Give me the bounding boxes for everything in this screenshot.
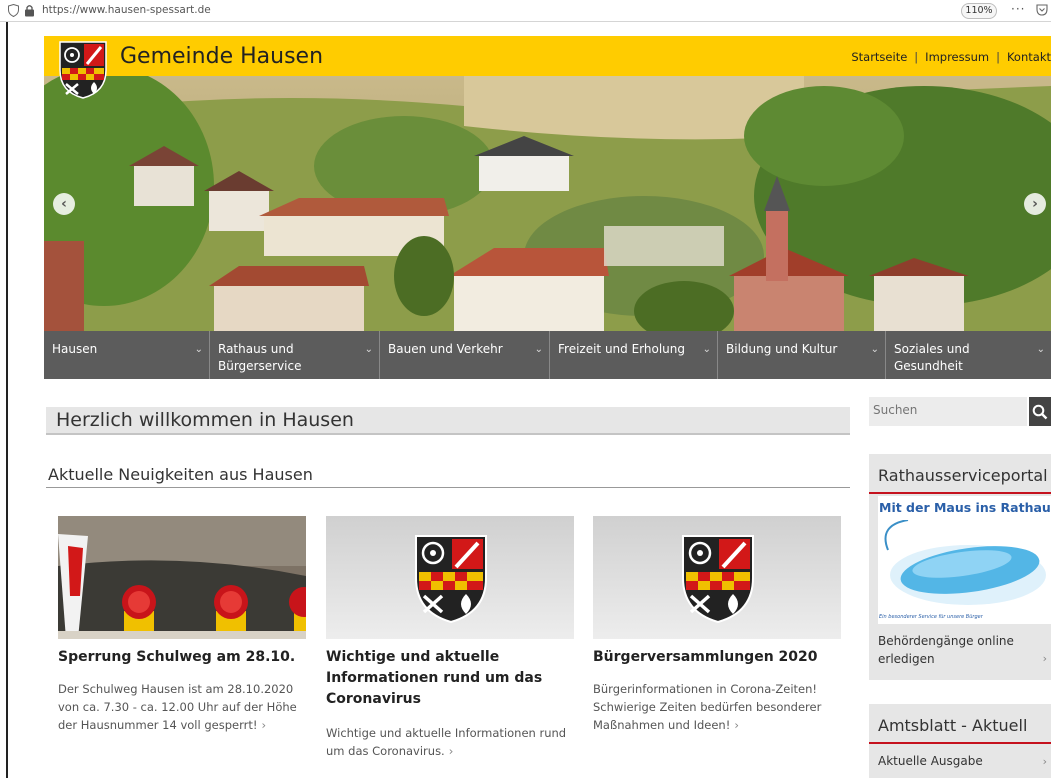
municipal-crest-icon [415, 535, 487, 624]
welcome-banner: Herzlich willkommen in Hausen [46, 407, 850, 435]
search-input[interactable] [869, 397, 1019, 423]
news-card-title[interactable]: Bürgerversammlungen 2020 [593, 647, 841, 668]
nav-item-rathaus[interactable]: Rathaus und Bürgerservice ⌄ [210, 331, 380, 379]
rathausserviceportal-box: Rathausserviceportal Mit der Maus ins Ra… [869, 454, 1051, 680]
top-links: Startseite | Impressum | Kontakt [851, 50, 1051, 64]
nav-item-label: Rathaus und Bürgerservice [218, 342, 302, 373]
barrier-lights-photo [58, 516, 306, 639]
top-link-startseite[interactable]: Startseite [851, 50, 907, 64]
chevron-down-icon: ⌄ [870, 344, 879, 355]
search-icon [1032, 404, 1048, 419]
main-navigation: Hausen ⌄ Rathaus und Bürgerservice ⌄ Bauen… [44, 331, 1051, 379]
banner-title: Mit der Maus ins Rathaus [879, 500, 1051, 515]
news-card-image[interactable] [593, 516, 841, 639]
nav-item-label: Freizeit und Erholung [558, 342, 686, 356]
village-photo [44, 76, 1051, 331]
box-heading[interactable]: Rathausserviceportal [869, 454, 1051, 494]
search-button[interactable] [1029, 397, 1051, 426]
chevron-right-icon: › [1032, 196, 1038, 212]
shield-icon[interactable] [8, 4, 19, 17]
chevron-left-icon: ‹ [61, 196, 67, 212]
chevron-right-icon[interactable]: › [449, 744, 454, 758]
box-heading[interactable]: Amtsblatt - Aktuell [869, 704, 1051, 744]
nav-item-freizeit[interactable]: Freizeit und Erholung ⌄ [550, 331, 718, 379]
divider [46, 487, 850, 488]
portal-banner[interactable]: Mit der Maus ins Rathaus Ein besonderer … [878, 496, 1051, 624]
link-separator: | [914, 50, 919, 64]
nav-item-label: Soziales und Gesundheit [894, 342, 970, 373]
chevron-right-icon: › [1042, 755, 1047, 768]
chevron-down-icon: ⌄ [534, 344, 543, 355]
chevron-right-icon[interactable]: › [261, 718, 266, 732]
amtsblatt-link-text: Aktuelle Ausgabe [878, 754, 983, 768]
site-title[interactable]: Gemeinde Hausen [120, 44, 323, 69]
news-card-text: Bürgerinformationen in Corona-Zeiten! Sc… [593, 682, 822, 732]
news-card-schulweg[interactable]: Sperrung Schulweg am 28.10. Der Schulweg… [58, 516, 306, 734]
nav-item-bauen[interactable]: Bauen und Verkehr ⌄ [380, 331, 550, 379]
nav-item-label: Hausen [52, 342, 98, 356]
chevron-down-icon: ⌄ [1036, 344, 1045, 355]
news-card-title[interactable]: Sperrung Schulweg am 28.10. [58, 647, 306, 668]
computer-mouse-icon [884, 520, 1046, 605]
news-card-coronavirus[interactable]: Wichtige und aktuelle Informationen rund… [326, 516, 574, 760]
zoom-level-badge[interactable]: 110% [961, 3, 997, 19]
nav-item-label: Bildung und Kultur [726, 342, 838, 356]
slider-next-button[interactable]: › [1024, 193, 1046, 215]
portal-link-text: Behördengänge online erledigen [878, 634, 1014, 666]
nav-item-soziales[interactable]: Soziales und Gesundheit ⌄ [886, 331, 1051, 379]
link-separator: | [996, 50, 1000, 64]
chevron-right-icon[interactable]: › [734, 718, 739, 732]
top-link-impressum[interactable]: Impressum [925, 50, 989, 64]
municipal-crest-logo[interactable] [58, 40, 108, 100]
amtsblatt-box: Amtsblatt - Aktuell Aktuelle Ausgabe › [869, 704, 1051, 778]
lock-icon[interactable] [24, 4, 35, 17]
nav-item-label: Bauen und Verkehr [388, 342, 503, 356]
slider-prev-button[interactable]: ‹ [53, 193, 75, 215]
search-box [869, 397, 1027, 426]
news-card-title[interactable]: Wichtige und aktuelle Informationen rund… [326, 647, 574, 710]
url-text[interactable]: https://www.hausen-spessart.de [42, 4, 211, 16]
nav-item-hausen[interactable]: Hausen ⌄ [44, 331, 210, 379]
chevron-down-icon: ⌄ [702, 344, 711, 355]
more-actions-icon[interactable]: ··· [1011, 2, 1025, 16]
welcome-title: Herzlich willkommen in Hausen [56, 409, 354, 431]
news-card-buergerversammlungen[interactable]: Bürgerversammlungen 2020 Bürgerinformati… [593, 516, 841, 734]
news-card-text: Wichtige und aktuelle Informationen rund… [326, 726, 567, 758]
news-card-image[interactable] [58, 516, 306, 639]
chevron-right-icon: › [1042, 652, 1047, 665]
amtsblatt-link[interactable]: Aktuelle Ausgabe › [869, 744, 1051, 770]
portal-link[interactable]: Behördengänge online erledigen › [869, 624, 1051, 668]
municipal-crest-icon [682, 535, 754, 624]
pocket-icon[interactable] [1036, 4, 1048, 16]
browser-url-bar[interactable]: https://www.hausen-spessart.de 110% ··· [0, 0, 1051, 22]
hero-slider-image [44, 76, 1051, 331]
nav-item-bildung[interactable]: Bildung und Kultur ⌄ [718, 331, 886, 379]
news-card-image[interactable] [326, 516, 574, 639]
left-border-rule [6, 22, 8, 778]
site-header: Gemeinde Hausen Startseite | Impressum |… [44, 36, 1051, 76]
chevron-down-icon: ⌄ [194, 344, 203, 355]
banner-caption: Ein besonderer Service für unsere Bürger [879, 614, 983, 620]
news-section-title: Aktuelle Neuigkeiten aus Hausen [48, 465, 313, 484]
chevron-down-icon: ⌄ [364, 344, 373, 355]
top-link-kontakt[interactable]: Kontakt [1007, 50, 1051, 64]
